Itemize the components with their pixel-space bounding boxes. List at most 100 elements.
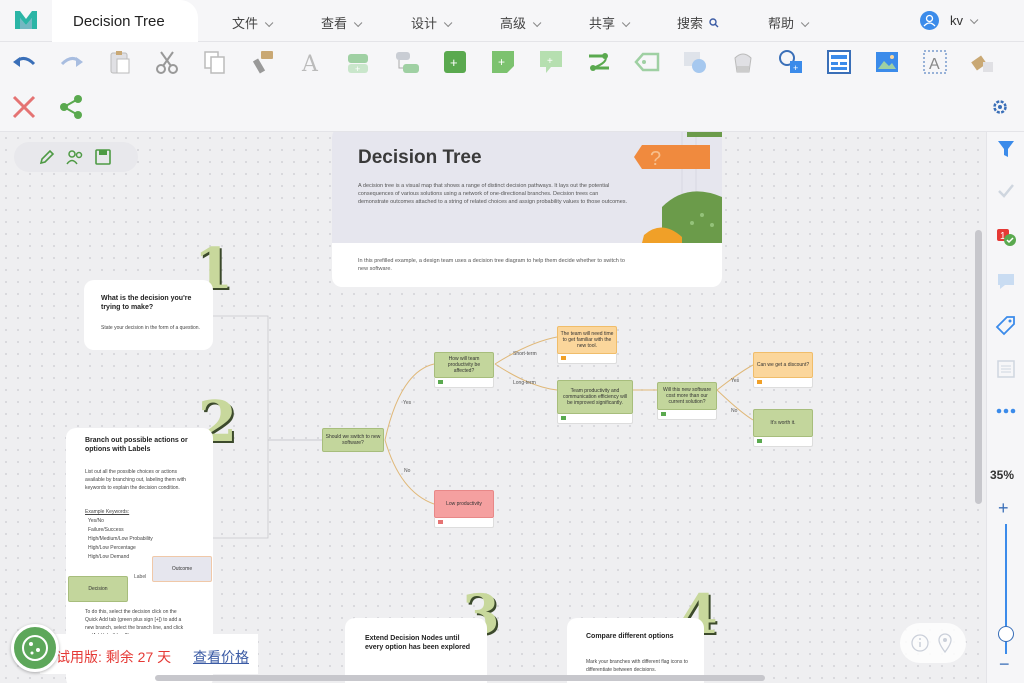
comment-icon[interactable]	[995, 270, 1017, 292]
fill-icon[interactable]	[729, 48, 757, 76]
flag-icon	[438, 520, 443, 524]
add-child-icon[interactable]	[393, 48, 421, 76]
trial-banner: 试用版: 剩余 27 天 查看价格	[40, 634, 258, 674]
worth-it-node[interactable]: It's worth it.	[753, 409, 813, 437]
document-tab[interactable]: Decision Tree	[52, 0, 198, 42]
flag-icon	[561, 416, 566, 420]
redo-icon[interactable]	[58, 48, 86, 76]
add-shape-icon[interactable]: +	[441, 48, 469, 76]
cost-question-node[interactable]: Will this new software cost more than ou…	[657, 382, 717, 410]
add-callout-icon[interactable]: +	[537, 48, 565, 76]
menu-bar: Decision Tree 文件 查看 设计 高级 共享 搜索 帮助 kv	[0, 0, 1024, 42]
cut-icon[interactable]	[153, 48, 181, 76]
text-icon[interactable]: A	[297, 48, 325, 77]
more-icon[interactable]	[995, 400, 1017, 422]
add-note-icon[interactable]: +	[489, 48, 517, 76]
app-logo-icon[interactable]	[14, 9, 38, 31]
flag-icon	[438, 380, 443, 384]
delete-icon[interactable]	[10, 93, 38, 121]
menu-view[interactable]: 查看	[321, 13, 363, 32]
location-icon[interactable]	[937, 633, 953, 653]
edge-label-short-term: Short-term	[513, 351, 537, 357]
right-side-panel: 1 35% + −	[986, 132, 1024, 683]
filter-icon[interactable]	[995, 138, 1017, 160]
root-decision-node[interactable]: Should we switch to new software?	[322, 428, 384, 452]
chevron-down-icon	[353, 18, 363, 28]
edge-label-cost-no: No	[731, 408, 738, 414]
copy-icon[interactable]	[201, 48, 229, 76]
format-painter-icon[interactable]	[249, 48, 277, 76]
node-footer	[557, 414, 633, 424]
view-pricing-link[interactable]: 查看价格	[193, 647, 249, 667]
menu-advanced[interactable]: 高级	[500, 13, 542, 32]
tag-icon[interactable]	[633, 48, 661, 76]
chevron-down-icon	[443, 18, 453, 28]
task-badge-icon[interactable]: 1	[995, 226, 1017, 248]
share-icon[interactable]	[58, 93, 86, 121]
undo-icon[interactable]	[10, 48, 38, 76]
menu-share[interactable]: 共享	[589, 13, 631, 32]
svg-text:A: A	[301, 52, 319, 76]
toolbar: A + + + + + A	[0, 42, 1024, 132]
svg-text:+: +	[450, 55, 458, 70]
long-term-outcome-node[interactable]: Team productivity and communication effi…	[557, 380, 633, 414]
menu-file[interactable]: 文件	[232, 13, 274, 32]
insert-image-icon[interactable]	[873, 48, 901, 76]
edge-label-yes: Yes	[403, 400, 412, 406]
edge-label-cost-yes: Yes	[731, 378, 740, 384]
search-icon	[708, 18, 719, 28]
user-menu[interactable]: kv	[950, 13, 979, 28]
menu-search[interactable]: 搜索	[677, 13, 719, 32]
flag-icon	[661, 412, 666, 416]
outline-icon[interactable]	[995, 358, 1017, 380]
svg-text:+: +	[793, 63, 798, 73]
add-image-shape-icon[interactable]: +	[777, 48, 805, 76]
flag-icon	[757, 380, 762, 384]
chevron-down-icon	[532, 18, 542, 28]
canvas-controls	[900, 623, 966, 663]
info-icon[interactable]	[911, 634, 929, 652]
svg-text:+: +	[547, 56, 553, 67]
clear-format-icon[interactable]	[969, 48, 997, 76]
paste-icon[interactable]	[106, 48, 134, 76]
gear-icon[interactable]	[990, 97, 1010, 117]
diagram-canvas[interactable]: Decision Tree A decision tree is a visua…	[0, 132, 986, 683]
edge-label-no: No	[404, 468, 411, 474]
node-footer	[434, 378, 494, 388]
chevron-down-icon	[264, 18, 274, 28]
trial-text: 试用版: 剩余 27 天	[56, 649, 172, 665]
node-footer	[657, 410, 717, 420]
zoom-in-button[interactable]: +	[998, 498, 1009, 519]
zoom-level: 35%	[990, 468, 1015, 482]
vertical-scrollbar[interactable]	[975, 230, 982, 504]
horizontal-scrollbar[interactable]	[155, 675, 765, 681]
low-productivity-node[interactable]: Low productivity	[434, 490, 494, 518]
add-sibling-icon[interactable]: +	[345, 48, 373, 76]
chevron-down-icon	[800, 18, 810, 28]
connector-icon[interactable]	[585, 48, 613, 76]
tag-icon[interactable]	[995, 314, 1017, 336]
layout-icon[interactable]	[825, 48, 853, 76]
node-footer	[753, 437, 813, 447]
user-icon[interactable]	[920, 11, 939, 30]
chevron-down-icon	[969, 15, 979, 25]
menu-design[interactable]: 设计	[411, 13, 453, 32]
flag-icon	[757, 439, 762, 443]
menu-help[interactable]: 帮助	[768, 13, 810, 32]
discount-node[interactable]: Can we get a discount?	[753, 352, 813, 378]
edge-label-long-term: Long-term	[513, 380, 536, 386]
cookie-settings-button[interactable]	[11, 624, 59, 672]
node-footer	[753, 378, 813, 388]
zoom-out-button[interactable]: −	[999, 654, 1010, 675]
document-title[interactable]: Decision Tree	[73, 13, 165, 30]
productivity-question-node[interactable]: How will team productivity be affected?	[434, 352, 494, 378]
text-box-icon[interactable]: A	[921, 48, 949, 76]
short-term-outcome-node[interactable]: The team will need time to get familiar …	[557, 326, 617, 354]
flag-icon	[561, 356, 566, 360]
zoom-slider-thumb[interactable]	[998, 626, 1014, 642]
cookie-icon	[22, 635, 48, 661]
shape-style-icon[interactable]	[681, 48, 709, 76]
node-footer	[434, 518, 494, 528]
check-icon[interactable]	[995, 180, 1017, 202]
tree-connectors	[213, 315, 754, 539]
